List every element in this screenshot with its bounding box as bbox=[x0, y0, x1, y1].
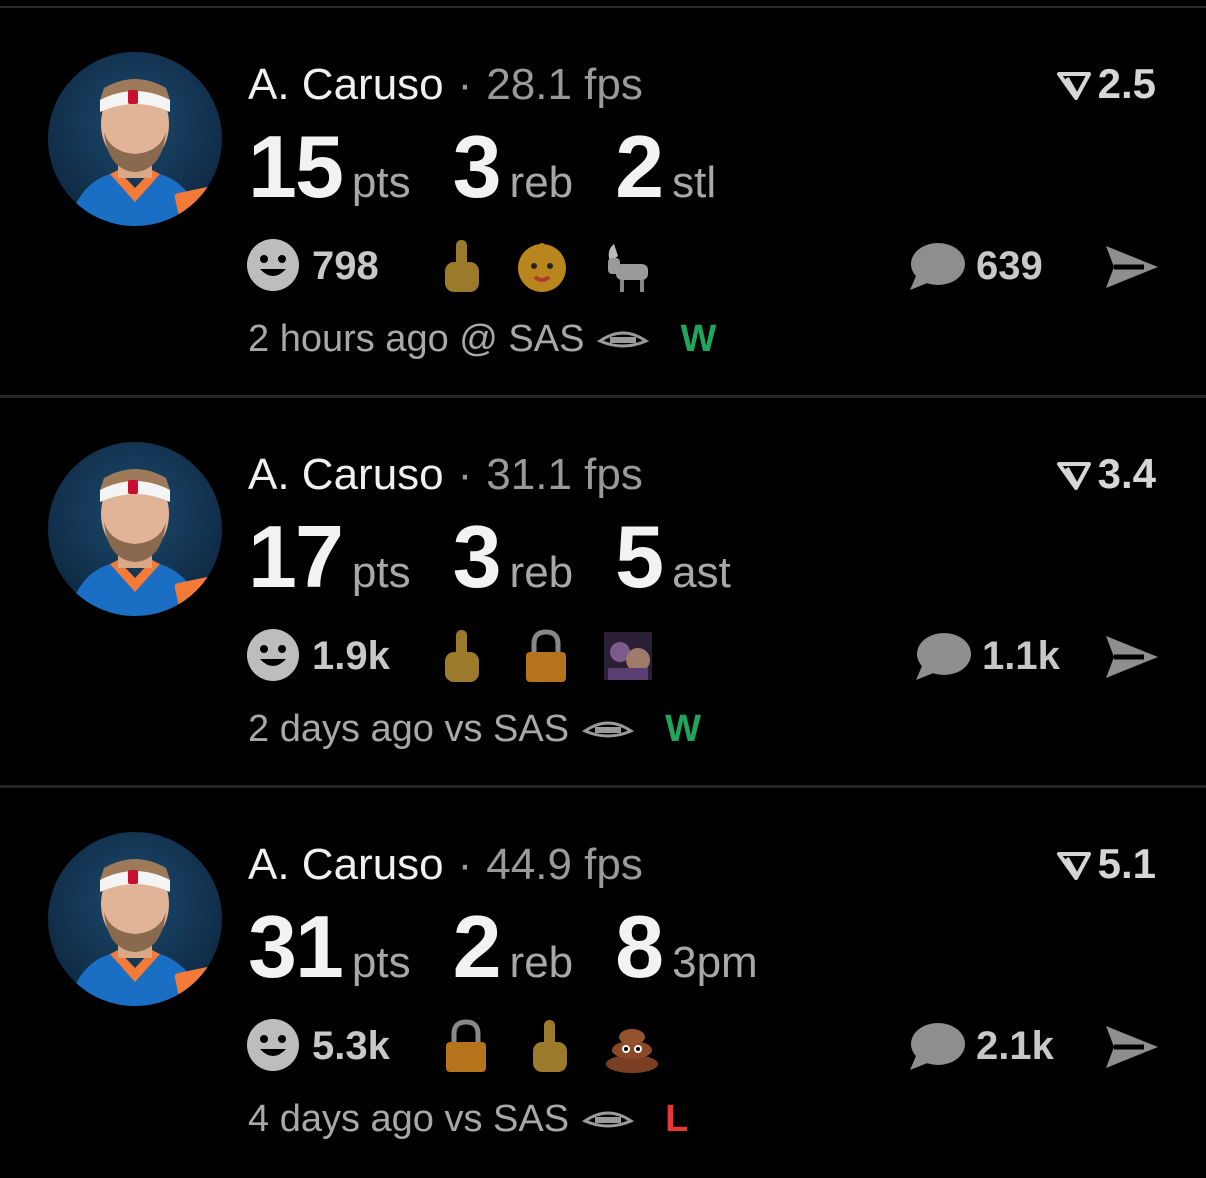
stat-value: 3 bbox=[452, 117, 502, 216]
middle-finger-icon[interactable] bbox=[432, 626, 492, 686]
comment-icon[interactable] bbox=[908, 1020, 966, 1072]
rating[interactable]: 2.5 bbox=[1056, 60, 1156, 108]
share-send-icon[interactable] bbox=[1104, 632, 1160, 682]
post-header: A. Caruso · 31.1 fps bbox=[248, 450, 643, 500]
rating-triangle-icon bbox=[1056, 852, 1091, 880]
player-photo-icon bbox=[68, 469, 214, 616]
comments-count[interactable]: 1.1k bbox=[982, 634, 1060, 679]
stat-value: 5 bbox=[615, 507, 664, 606]
post-card-1[interactable]: A. Caruso · 28.1 fps 2.5 15 pts 3 reb 2 stl 7… bbox=[0, 8, 1206, 398]
reactions-count[interactable]: 5.3k bbox=[312, 1024, 390, 1069]
game-info: 4 days ago vs SAS L bbox=[248, 1098, 688, 1141]
rating-triangle-icon bbox=[1056, 462, 1091, 490]
reactions-row: 1.9k 1.1k bbox=[246, 626, 1166, 686]
reactions-row: 5.3k 2.1k bbox=[246, 1016, 1166, 1076]
game-info: 2 days ago vs SAS W bbox=[248, 708, 701, 751]
fantasy-points: 44.9 fps bbox=[486, 840, 643, 889]
share-send-icon[interactable] bbox=[1104, 1022, 1160, 1072]
middle-finger-icon[interactable] bbox=[432, 236, 492, 296]
rating-triangle-icon bbox=[1056, 72, 1091, 100]
comments-count[interactable]: 639 bbox=[976, 244, 1043, 289]
game-result: W bbox=[680, 318, 717, 360]
stat-label: pts bbox=[351, 158, 411, 207]
lock-icon[interactable] bbox=[516, 626, 576, 686]
separator-dot: · bbox=[457, 60, 473, 109]
comment-icon[interactable] bbox=[908, 240, 966, 292]
player-name[interactable]: A. Caruso bbox=[248, 450, 444, 499]
player-avatar[interactable] bbox=[48, 442, 222, 616]
game-time-opponent: 2 hours ago @ SAS bbox=[248, 318, 585, 360]
custom-photo-emoji-icon[interactable] bbox=[598, 626, 658, 686]
game-time-opponent: 4 days ago vs SAS bbox=[248, 1098, 570, 1140]
smiley-reaction-icon[interactable] bbox=[246, 628, 300, 682]
stat-label: pts bbox=[351, 938, 411, 987]
comment-icon[interactable] bbox=[914, 630, 972, 682]
reactions-row: 798 639 bbox=[246, 236, 1166, 296]
reactions-count[interactable]: 1.9k bbox=[312, 634, 390, 679]
spurs-logo-icon bbox=[597, 331, 650, 347]
stat-line: 15 pts 3 reb 2 stl bbox=[248, 116, 758, 218]
comments-count[interactable]: 2.1k bbox=[976, 1024, 1054, 1069]
player-avatar[interactable] bbox=[48, 832, 222, 1006]
stat-label: pts bbox=[351, 548, 411, 597]
stat-value: 15 bbox=[248, 117, 344, 216]
post-card-2[interactable]: A. Caruso · 31.1 fps 3.4 17 pts 3 reb 5 ast 1… bbox=[0, 398, 1206, 788]
separator-dot: · bbox=[457, 840, 473, 889]
stat-label: 3pm bbox=[672, 938, 758, 987]
stat-label: stl bbox=[672, 158, 717, 207]
stat-value: 17 bbox=[248, 507, 344, 606]
spurs-logo-icon bbox=[582, 1111, 635, 1127]
stat-value: 31 bbox=[248, 897, 344, 996]
game-info: 2 hours ago @ SAS W bbox=[248, 318, 716, 361]
player-photo-icon bbox=[68, 79, 214, 226]
stat-value: 3 bbox=[452, 507, 502, 606]
player-photo-icon bbox=[68, 859, 214, 1006]
middle-finger-icon[interactable] bbox=[520, 1016, 580, 1076]
player-name[interactable]: A. Caruso bbox=[248, 60, 444, 109]
game-result: L bbox=[665, 1098, 689, 1140]
rating-value: 2.5 bbox=[1097, 60, 1156, 107]
post-header: A. Caruso · 44.9 fps bbox=[248, 840, 643, 890]
player-name[interactable]: A. Caruso bbox=[248, 840, 444, 889]
stat-label: ast bbox=[672, 548, 731, 597]
stat-line: 31 pts 2 reb 8 3pm bbox=[248, 896, 800, 998]
fantasy-points: 31.1 fps bbox=[486, 450, 643, 499]
post-card-3[interactable]: A. Caruso · 44.9 fps 5.1 31 pts 2 reb 8 3pm 5… bbox=[0, 788, 1206, 1178]
stat-label: reb bbox=[509, 938, 574, 987]
stat-label: reb bbox=[509, 548, 574, 597]
spurs-logo-icon bbox=[582, 721, 635, 737]
rating[interactable]: 3.4 bbox=[1056, 450, 1156, 498]
stat-line: 17 pts 3 reb 5 ast bbox=[248, 506, 773, 608]
game-result: W bbox=[665, 708, 701, 750]
smiley-reaction-icon[interactable] bbox=[246, 1018, 300, 1072]
share-send-icon[interactable] bbox=[1104, 242, 1160, 292]
post-header: A. Caruso · 28.1 fps bbox=[248, 60, 643, 110]
game-time-opponent: 2 days ago vs SAS bbox=[248, 708, 570, 750]
player-avatar[interactable] bbox=[48, 52, 222, 226]
reactions-count[interactable]: 798 bbox=[312, 244, 379, 289]
smiley-reaction-icon[interactable] bbox=[246, 238, 300, 292]
stat-value: 8 bbox=[615, 897, 664, 996]
poop-icon[interactable] bbox=[602, 1016, 662, 1076]
stat-label: reb bbox=[509, 158, 574, 207]
rating-value: 3.4 bbox=[1097, 450, 1156, 497]
fantasy-points: 28.1 fps bbox=[486, 60, 643, 109]
lock-icon[interactable] bbox=[436, 1016, 496, 1076]
rating[interactable]: 5.1 bbox=[1056, 840, 1156, 888]
stat-value: 2 bbox=[615, 117, 664, 216]
stat-value: 2 bbox=[452, 897, 502, 996]
baby-face-icon[interactable] bbox=[512, 236, 572, 296]
separator-dot: · bbox=[457, 450, 473, 499]
goat-icon[interactable] bbox=[596, 236, 656, 296]
rating-value: 5.1 bbox=[1097, 840, 1156, 887]
